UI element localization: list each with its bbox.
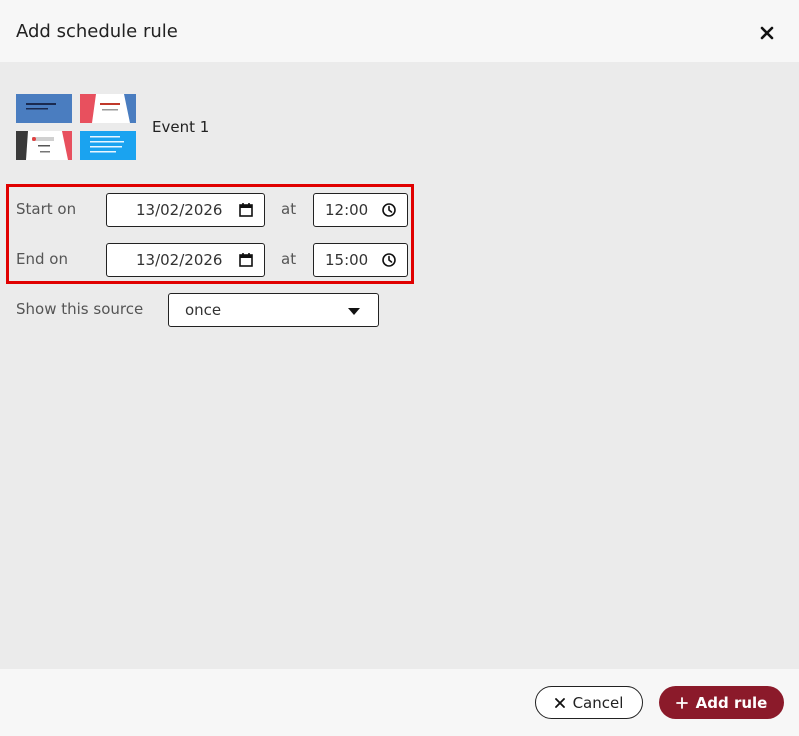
cancel-button-label: Cancel [572, 693, 624, 712]
close-icon [554, 697, 565, 708]
slide-thumbnail-3 [16, 131, 72, 160]
end-label: End on [16, 250, 68, 268]
start-at-label: at [281, 200, 297, 218]
calendar-icon[interactable] [238, 202, 254, 218]
calendar-icon[interactable] [238, 252, 254, 268]
dialog-footer: Cancel Add rule [0, 669, 799, 736]
dialog-header: Add schedule rule [0, 0, 799, 62]
start-date-value: 13/02/2026 [136, 201, 223, 219]
add-rule-button[interactable]: Add rule [659, 686, 784, 719]
add-rule-button-label: Add rule [695, 693, 768, 712]
end-date-value: 13/02/2026 [136, 251, 223, 269]
end-date-input[interactable]: 13/02/2026 [106, 243, 265, 277]
dialog-title: Add schedule rule [16, 21, 178, 42]
start-date-input[interactable]: 13/02/2026 [106, 193, 265, 227]
end-time-input[interactable]: 15:00 [313, 243, 408, 277]
caret-down-icon [348, 308, 360, 315]
close-button[interactable] [756, 22, 778, 44]
start-time-input[interactable]: 12:00 [313, 193, 408, 227]
end-at-label: at [281, 250, 297, 268]
slide-thumbnail-1 [16, 94, 72, 123]
show-frequency-select[interactable]: once [168, 293, 379, 327]
start-time-value: 12:00 [325, 201, 369, 219]
start-label: Start on [16, 200, 77, 218]
clock-icon[interactable] [381, 252, 397, 268]
end-time-value: 15:00 [325, 251, 369, 269]
close-icon [760, 26, 774, 40]
event-thumbnails [16, 94, 136, 161]
plus-icon [675, 696, 688, 709]
show-frequency-value: once [185, 301, 222, 319]
cancel-button[interactable]: Cancel [535, 686, 643, 719]
clock-icon[interactable] [381, 202, 397, 218]
show-source-label: Show this source [16, 300, 144, 318]
event-name: Event 1 [152, 118, 210, 136]
slide-thumbnail-4 [80, 131, 136, 160]
slide-thumbnail-2 [80, 94, 136, 123]
dialog-body: Event 1 Start on 13/02/2026 at 12:00 End… [0, 62, 799, 669]
